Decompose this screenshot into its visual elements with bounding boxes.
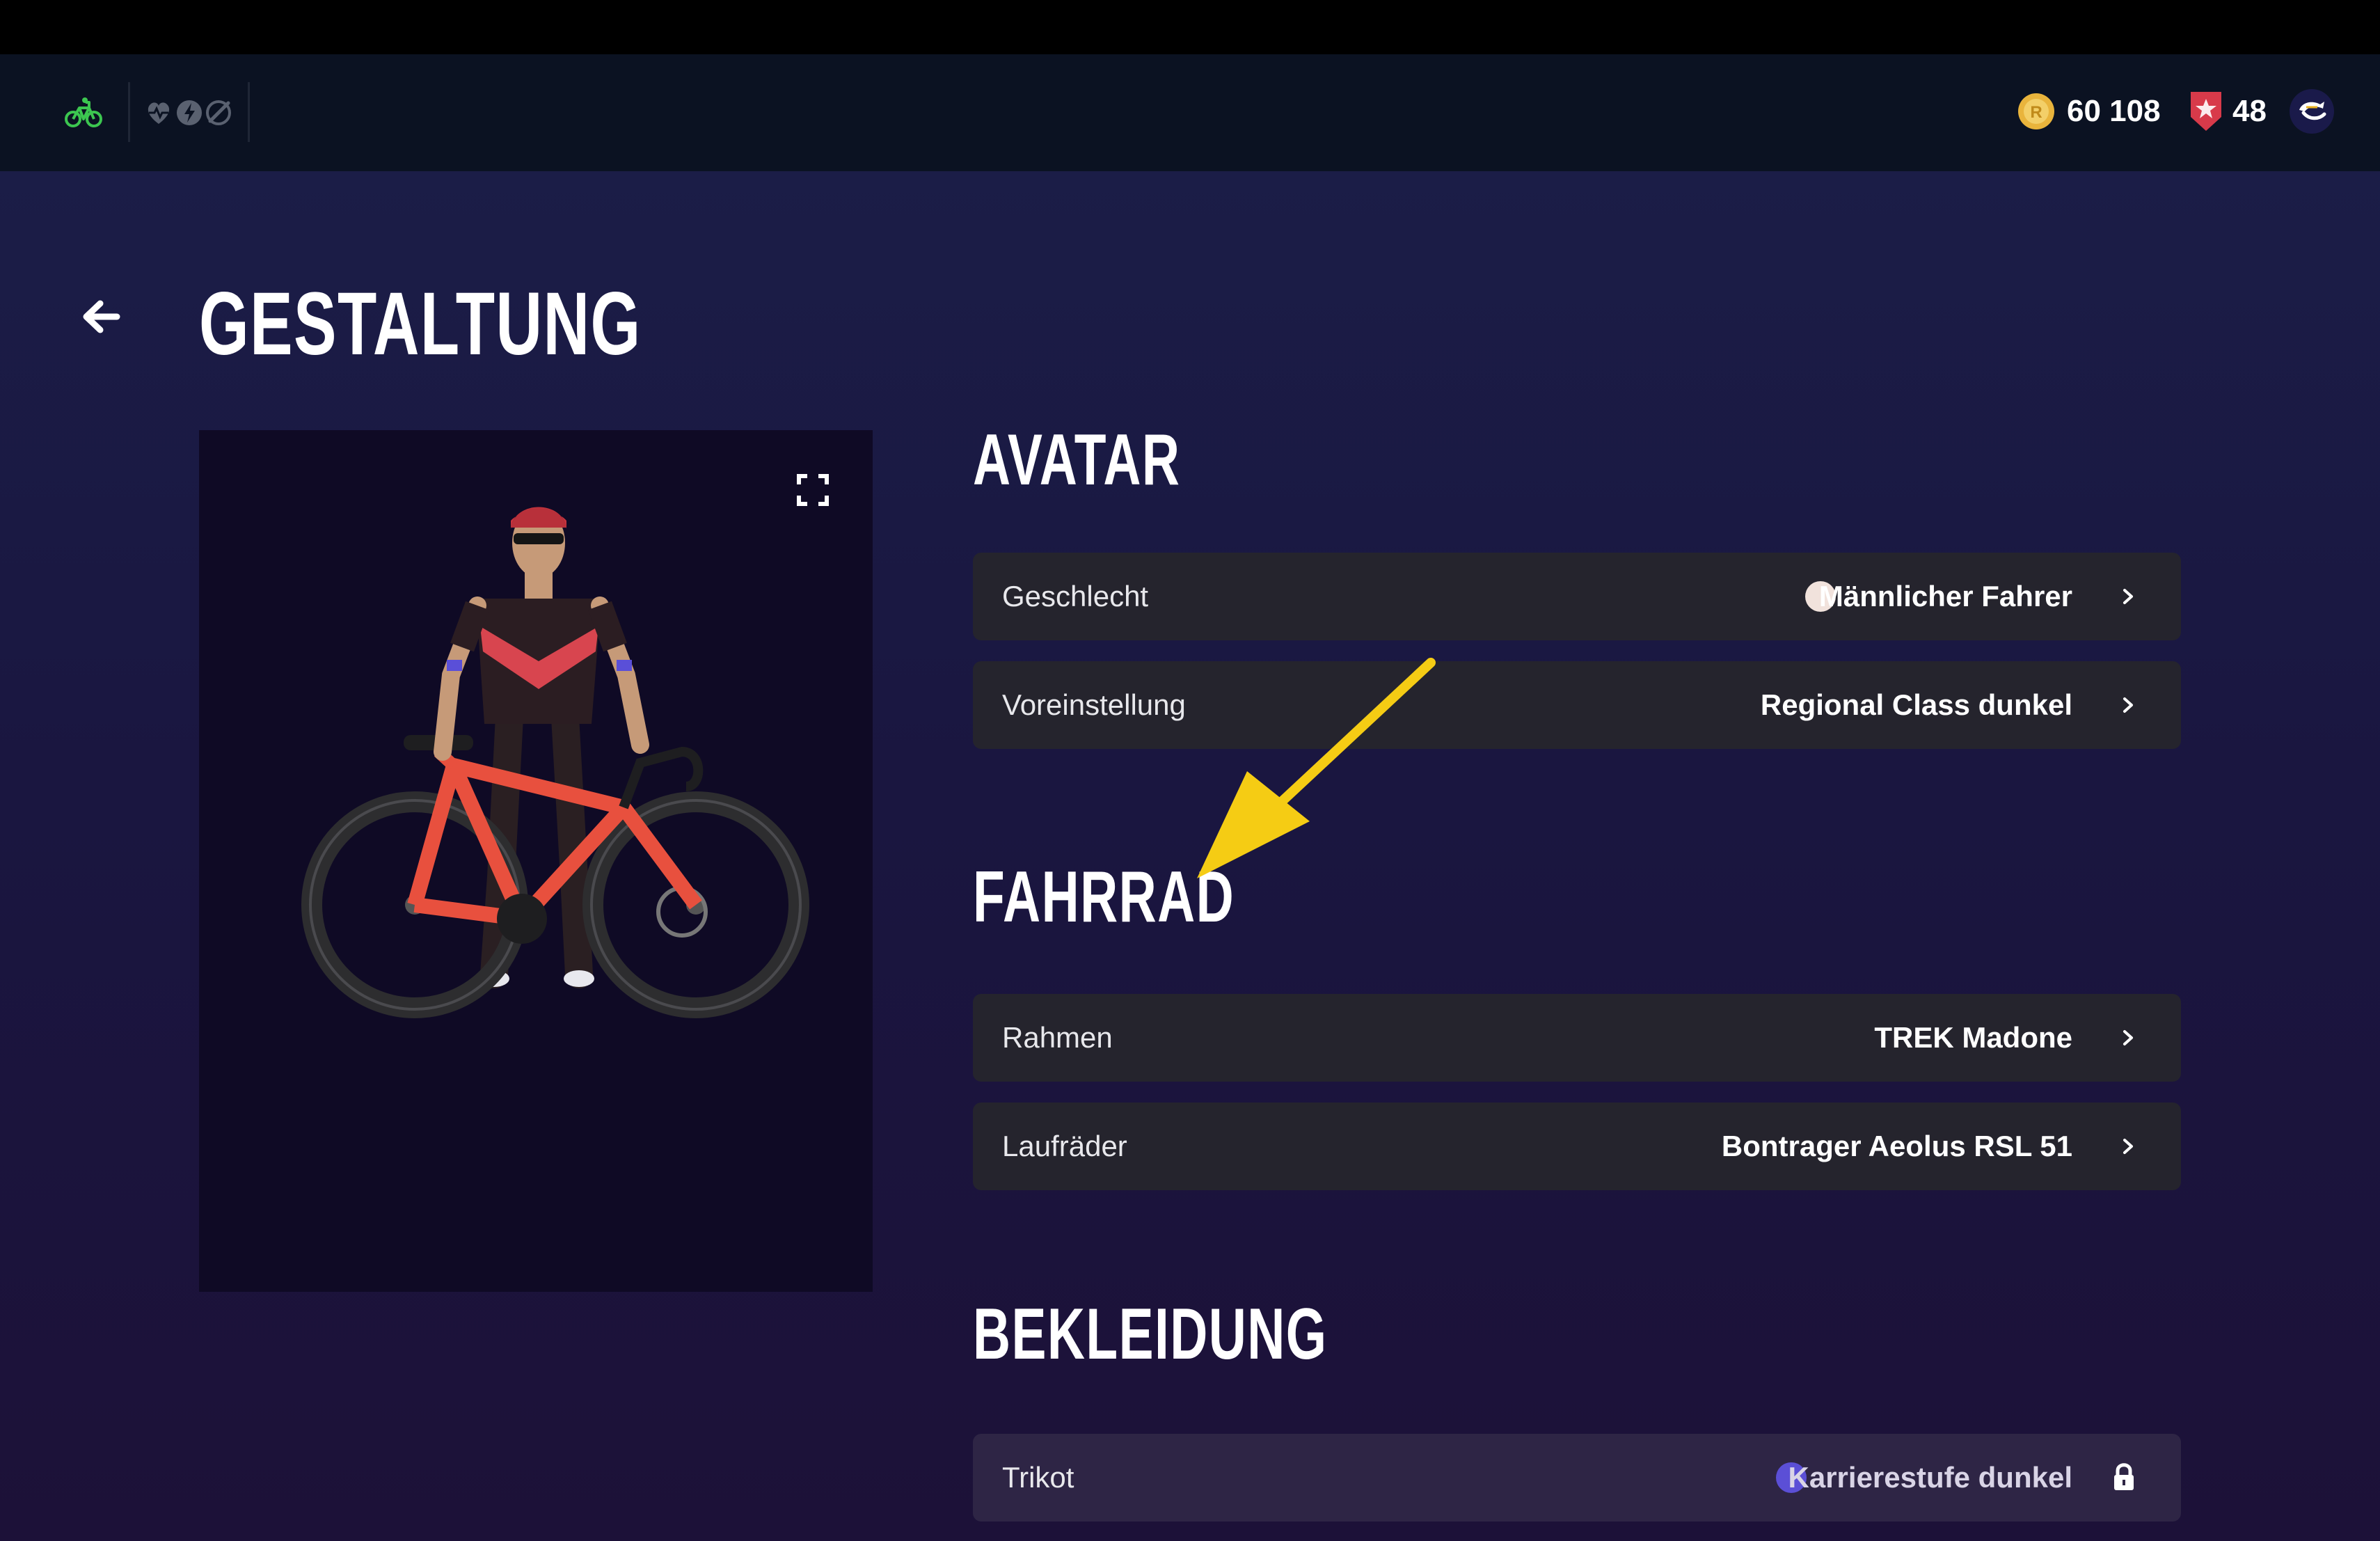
lock-icon bbox=[2111, 1462, 2136, 1492]
chevron-right-icon bbox=[2118, 583, 2138, 610]
navbar-divider bbox=[248, 82, 250, 142]
row-label: Voreinstellung bbox=[1002, 688, 1186, 721]
level-value: 48 bbox=[2232, 94, 2267, 128]
row-jersey[interactable]: Trikot Karrierestufe dunkel bbox=[973, 1434, 2181, 1522]
profile-avatar-icon[interactable] bbox=[2290, 89, 2334, 134]
bike-icon[interactable] bbox=[64, 94, 103, 133]
sensor-status-group[interactable] bbox=[145, 97, 237, 128]
row-value: Karrierestufe dunkel bbox=[1788, 1461, 2072, 1494]
row-wheels[interactable]: Laufräder Bontrager Aeolus RSL 51 bbox=[973, 1103, 2181, 1190]
level-shield-icon bbox=[2187, 89, 2226, 134]
row-label: Rahmen bbox=[1002, 1021, 1113, 1054]
svg-text:R: R bbox=[2030, 103, 2042, 122]
row-value: Regional Class dunkel bbox=[1760, 688, 2072, 721]
coin-icon: R bbox=[2017, 92, 2056, 131]
top-black-band bbox=[0, 0, 2380, 54]
cadence-icon bbox=[206, 100, 231, 125]
row-gender[interactable]: Geschlecht Männlicher Fahrer bbox=[973, 553, 2181, 640]
row-value: Männlicher Fahrer bbox=[1818, 580, 2072, 613]
heart-rate-icon bbox=[148, 102, 170, 124]
section-title-clothing: BEKLEIDUNG bbox=[973, 1294, 1328, 1375]
row-frame[interactable]: Rahmen TREK Madone bbox=[973, 994, 2181, 1082]
row-preset[interactable]: Voreinstellung Regional Class dunkel bbox=[973, 661, 2181, 749]
page-title: GESTALTUNG bbox=[199, 274, 642, 374]
chevron-right-icon bbox=[2118, 1133, 2138, 1160]
row-label: Geschlecht bbox=[1002, 580, 1149, 613]
arrow-left-icon[interactable] bbox=[77, 292, 125, 341]
row-label: Trikot bbox=[1002, 1461, 1074, 1494]
row-value: Bontrager Aeolus RSL 51 bbox=[1721, 1130, 2072, 1162]
row-label: Laufräder bbox=[1002, 1130, 1127, 1162]
annotation-arrow-icon bbox=[1183, 654, 1447, 891]
chevron-right-icon bbox=[2118, 692, 2138, 718]
section-title-avatar: AVATAR bbox=[973, 420, 1181, 500]
chevron-right-icon bbox=[2118, 1025, 2138, 1051]
navbar-divider bbox=[128, 82, 130, 142]
power-icon bbox=[177, 100, 202, 125]
rider-with-bike-illustration bbox=[292, 487, 821, 1030]
row-value: TREK Madone bbox=[1874, 1021, 2072, 1054]
coin-balance: 60 108 bbox=[2067, 94, 2161, 128]
